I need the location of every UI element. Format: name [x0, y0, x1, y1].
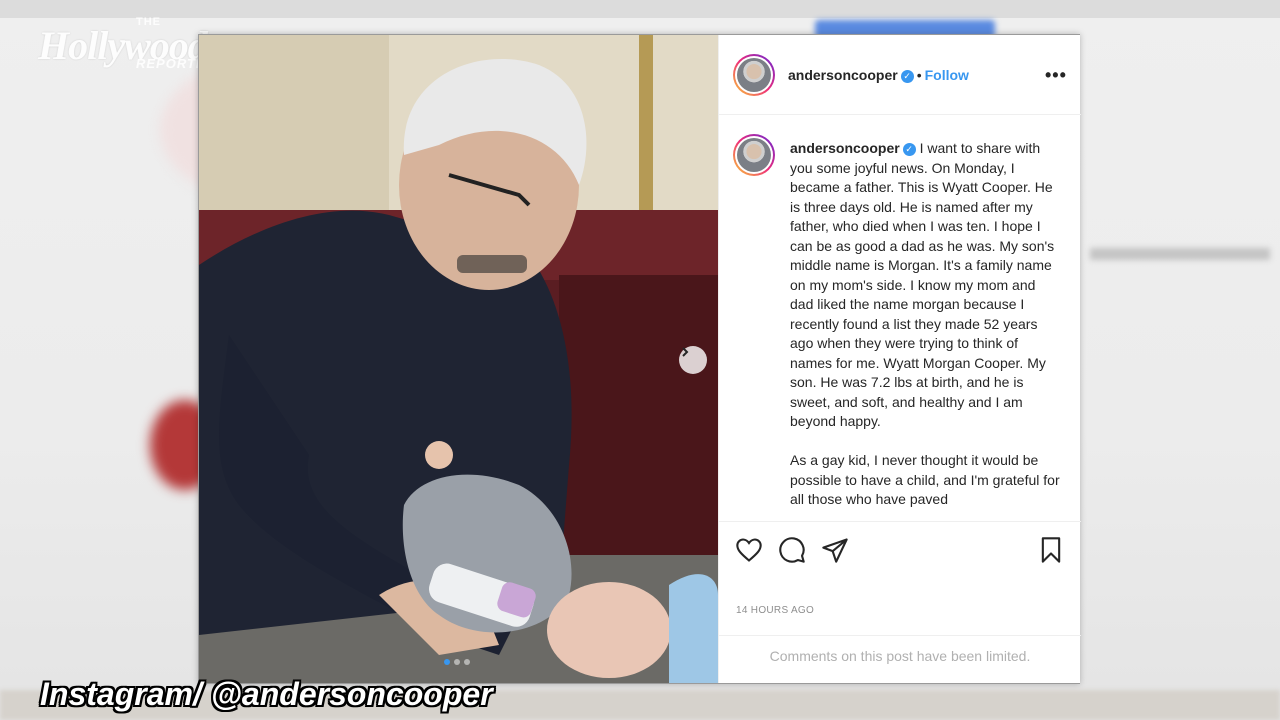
heart-icon[interactable] — [735, 536, 763, 564]
paper-plane-icon[interactable] — [821, 536, 849, 564]
post-actions-bar — [719, 521, 1081, 571]
separator-dot: • — [916, 67, 922, 83]
caption-username-link[interactable]: andersoncooper — [790, 140, 900, 156]
caption-area: andersoncooper ✓ I want to share with you… — [719, 115, 1081, 521]
carousel-next-button[interactable] — [679, 346, 707, 374]
background-blur-text — [1090, 248, 1270, 260]
caption-text: andersoncooper ✓ I want to share with you… — [790, 139, 1060, 510]
carousel-dot — [454, 659, 460, 665]
carousel-dot — [444, 659, 450, 665]
post-header-line: andersoncooper ✓ • Follow — [788, 67, 969, 83]
verified-badge-icon: ✓ — [902, 142, 916, 156]
carousel-dot — [464, 659, 470, 665]
comment-icon[interactable] — [778, 536, 806, 564]
verified-badge-icon: ✓ — [900, 69, 914, 83]
more-options-icon[interactable]: ••• — [1045, 65, 1067, 86]
post-header: andersoncooper ✓ • Follow ••• — [719, 35, 1081, 115]
username-link[interactable]: andersoncooper — [788, 67, 898, 83]
post-sidebar: andersoncooper ✓ • Follow ••• andersoncoope… — [718, 35, 1081, 683]
photo-credit-caption: Instagram/ @andersoncooper — [40, 676, 493, 712]
caption-paragraph-1: andersoncooper ✓ I want to share with you… — [790, 139, 1060, 432]
chevron-right-icon — [682, 347, 689, 357]
follow-button[interactable]: Follow — [925, 67, 969, 83]
post-photo-illustration — [199, 35, 718, 683]
caption-avatar[interactable] — [733, 134, 775, 176]
instagram-post-card: andersoncooper ✓ • Follow ••• andersoncoope… — [198, 34, 1081, 684]
caption-paragraph-1-text: I want to share with you some joyful new… — [790, 140, 1055, 429]
bookmark-icon[interactable] — [1037, 536, 1065, 564]
caption-paragraph-2: As a gay kid, I never thought it would b… — [790, 452, 1060, 507]
carousel-indicator — [437, 659, 477, 669]
post-photo[interactable] — [199, 35, 718, 683]
avatar[interactable] — [733, 54, 775, 96]
comments-limited-notice: Comments on this post have been limited. — [719, 635, 1081, 683]
post-timestamp: 14 HOURS AGO — [736, 605, 815, 616]
